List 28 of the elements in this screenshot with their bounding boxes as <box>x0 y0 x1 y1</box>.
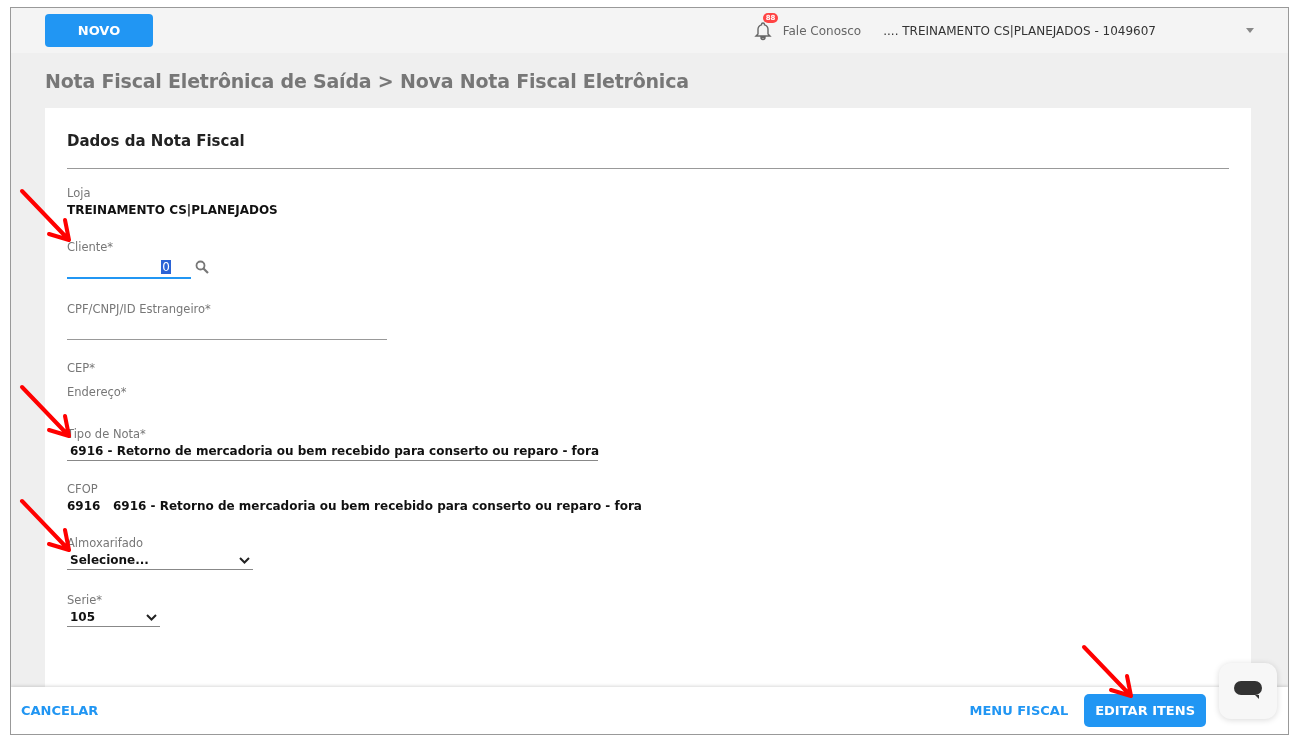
select-field[interactable]: 105 <box>67 608 160 627</box>
menu-fiscal-link[interactable]: MENU FISCAL <box>969 703 1069 718</box>
client-input[interactable]: 0 <box>67 257 191 279</box>
field-label: Serie* <box>67 592 103 608</box>
contact-link[interactable]: Fale Conosco <box>782 23 862 38</box>
field-label: Endereço* <box>67 384 127 400</box>
section-title: Dados da Nota Fiscal <box>67 132 246 150</box>
field-value: 6916 6916 - Retorno de mercadoria ou bem recebido para conserto ou reparo - fora <box>67 498 642 515</box>
breadcrumb: Nota Fiscal Eletrônica de Saída > Nova Nota Fiscal Eletrônica <box>45 70 690 92</box>
search-icon[interactable] <box>195 260 209 274</box>
field-label: CEP* <box>67 360 95 376</box>
field-value: TREINAMENTO CS|PLANEJADOS <box>67 202 278 219</box>
dropdown-caret-icon <box>1246 28 1254 33</box>
edit-items-button[interactable]: EDITAR ITENS <box>1084 694 1206 727</box>
chat-button[interactable] <box>1219 663 1277 719</box>
new-button[interactable]: NOVO <box>45 14 153 47</box>
field-label: CPF/CNPJ/ID Estrangeiro* <box>67 301 211 317</box>
store-selector[interactable]: .... TREINAMENTO CS|PLANEJADOS - 1049607 <box>883 23 1254 38</box>
cancel-link[interactable]: CANCELAR <box>21 703 99 718</box>
notification-bell-icon[interactable] <box>752 20 773 41</box>
field-label: Cliente* <box>67 239 114 255</box>
field-label: CFOP <box>67 481 98 497</box>
select-field[interactable]: 6916 - Retorno de mercadoria ou bem recebido para conserto ou reparo - fora <box>67 442 598 461</box>
select-field[interactable]: Selecione... <box>67 551 253 570</box>
field-label: Loja <box>67 185 91 201</box>
chevron-down-icon <box>239 556 250 564</box>
field-label: Almoxarifado <box>67 535 144 551</box>
chevron-down-icon <box>146 613 157 621</box>
